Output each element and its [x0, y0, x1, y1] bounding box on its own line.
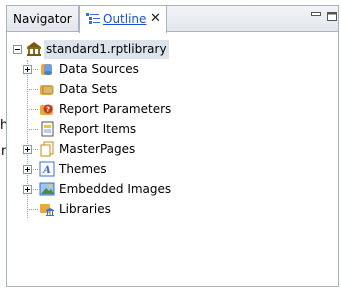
tree-item-themes[interactable]: A Themes: [7, 160, 327, 179]
tree-item-libraries[interactable]: Libraries: [7, 200, 327, 219]
embedded-images-icon: [39, 182, 55, 196]
outline-panel: Navigator Outline ✕ standard1.rptlibrary…: [6, 5, 339, 287]
data-sources-icon: [41, 64, 52, 75]
outline-icon: [86, 13, 100, 24]
minimize-icon[interactable]: [311, 12, 321, 21]
library-icon: [27, 42, 41, 56]
expand-icon[interactable]: [23, 65, 32, 74]
svg-text:A: A: [42, 165, 51, 176]
report-parameters-icon: ?: [40, 104, 53, 115]
svg-text:?: ?: [46, 106, 50, 114]
report-items-icon: [41, 121, 54, 137]
tab-outline-label: Outline: [103, 12, 147, 26]
maximize-icon[interactable]: [327, 12, 337, 21]
close-icon[interactable]: ✕: [150, 6, 161, 32]
tree-item-label: Data Sources: [59, 62, 139, 76]
tree-item-label: MasterPages: [59, 142, 136, 156]
tree-item-embedded-images[interactable]: Embedded Images: [7, 180, 327, 199]
tree-item-label: Embedded Images: [59, 182, 172, 196]
collapse-icon[interactable]: [13, 45, 22, 54]
tree-item-label: Libraries: [59, 202, 111, 216]
themes-icon: A: [39, 161, 55, 177]
expand-icon[interactable]: [23, 185, 32, 194]
tree-item-data-sets[interactable]: Data Sets: [7, 80, 327, 99]
tree-root-label: standard1.rptlibrary: [44, 40, 169, 59]
tab-navigator[interactable]: Navigator: [7, 6, 79, 32]
view-tab-bar: Navigator Outline ✕: [7, 6, 338, 33]
tree-item-master-pages[interactable]: MasterPages: [7, 140, 327, 159]
master-pages-icon: [40, 141, 54, 157]
tree-root-row[interactable]: standard1.rptlibrary: [13, 40, 333, 59]
tree-item-label: Report Items: [59, 122, 137, 136]
tree-item-report-parameters[interactable]: ? Report Parameters: [7, 100, 327, 119]
tree-item-label: Data Sets: [59, 82, 118, 96]
expand-icon[interactable]: [23, 165, 32, 174]
tree-item-data-sources[interactable]: Data Sources: [7, 60, 327, 79]
data-sets-icon: [40, 85, 54, 95]
libraries-icon: [40, 204, 54, 216]
expand-icon[interactable]: [23, 145, 32, 154]
tree-item-label: Themes: [59, 162, 107, 176]
tab-outline[interactable]: Outline ✕: [79, 6, 167, 33]
tree-item-report-items[interactable]: Report Items: [7, 120, 327, 139]
tree-item-label: Report Parameters: [59, 102, 172, 116]
